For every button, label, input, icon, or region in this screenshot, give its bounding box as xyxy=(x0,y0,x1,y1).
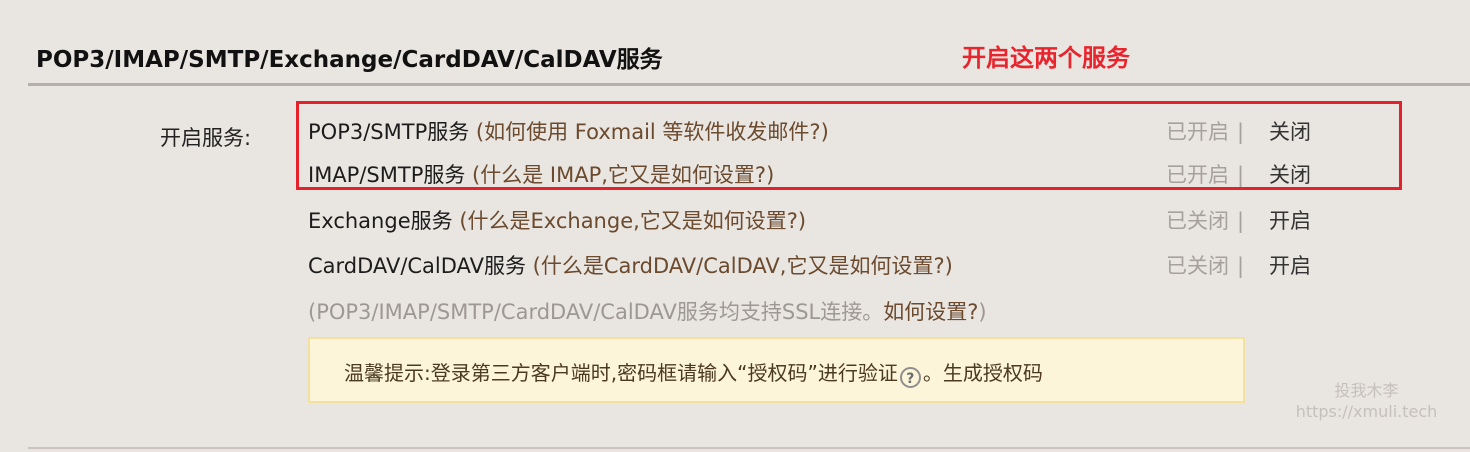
enable-services-label: 开启服务: xyxy=(160,126,252,150)
watermark-line2: https://xmuli.tech xyxy=(1295,402,1438,421)
ssl-note-suffix: ) xyxy=(978,300,987,324)
service-name: POP3/SMTP服务 xyxy=(308,120,470,144)
ssl-setup-link[interactable]: 如何设置? xyxy=(883,300,978,324)
service-row-carddav-caldav: CardDAV/CalDAV服务 (什么是CardDAV/CalDAV,它又是如… xyxy=(308,250,1408,280)
tip-punct: 。 xyxy=(922,361,943,385)
service-row-pop3-smtp: POP3/SMTP服务 (如何使用 Foxmail 等软件收发邮件?) 已开启 |… xyxy=(308,116,1408,146)
service-help-link[interactable]: (什么是 IMAP,它又是如何设置?) xyxy=(472,163,774,187)
tip-content: 温馨提示:登录第三方客户端时,密码框请输入“授权码”进行验证? 。生成授权码 xyxy=(344,357,1043,388)
service-toggle-button[interactable]: 开启 xyxy=(1269,250,1311,280)
service-help-link[interactable]: (如何使用 Foxmail 等软件收发邮件?) xyxy=(476,120,829,144)
watermark: 投我木李 https://xmuli.tech xyxy=(1294,380,1439,422)
service-status: 已开启 | xyxy=(1166,120,1245,144)
service-row-imap-smtp: IMAP/SMTP服务 (什么是 IMAP,它又是如何设置?) 已开启 | 关闭 xyxy=(308,159,1408,189)
service-status: 已开启 | xyxy=(1166,163,1245,187)
service-toggle-button[interactable]: 开启 xyxy=(1269,205,1311,235)
bottom-divider xyxy=(28,447,1470,449)
tip-text: 温馨提示:登录第三方客户端时,密码框请输入“授权码”进行验证 xyxy=(344,361,898,385)
service-toggle-button[interactable]: 关闭 xyxy=(1269,116,1311,146)
service-toggle-button[interactable]: 关闭 xyxy=(1269,159,1311,189)
service-status: 已关闭 | xyxy=(1166,254,1245,278)
annotation-note: 开启这两个服务 xyxy=(962,44,1130,72)
question-icon[interactable]: ? xyxy=(899,367,921,388)
service-name: CardDAV/CalDAV服务 xyxy=(308,254,526,278)
ssl-note-text: (POP3/IMAP/SMTP/CardDAV/CalDAV服务均支持SSL连接… xyxy=(308,300,884,324)
header-divider xyxy=(28,83,1470,86)
ssl-note: (POP3/IMAP/SMTP/CardDAV/CalDAV服务均支持SSL连接… xyxy=(308,296,987,326)
generate-auth-code-link[interactable]: 生成授权码 xyxy=(943,361,1043,385)
service-name: Exchange服务 xyxy=(308,209,453,233)
service-help-link[interactable]: (什么是Exchange,它又是如何设置?) xyxy=(459,209,806,233)
section-title: POP3/IMAP/SMTP/Exchange/CardDAV/CalDAV服务 xyxy=(36,47,663,73)
watermark-line1: 投我木李 xyxy=(1334,381,1399,400)
service-help-link[interactable]: (什么是CardDAV/CalDAV,它又是如何设置?) xyxy=(533,254,953,278)
service-status: 已关闭 | xyxy=(1166,209,1245,233)
service-name: IMAP/SMTP服务 xyxy=(308,163,466,187)
tip-box: 温馨提示:登录第三方客户端时,密码框请输入“授权码”进行验证? 。生成授权码 xyxy=(308,337,1245,403)
service-row-exchange: Exchange服务 (什么是Exchange,它又是如何设置?) 已关闭 | 开… xyxy=(308,205,1408,235)
